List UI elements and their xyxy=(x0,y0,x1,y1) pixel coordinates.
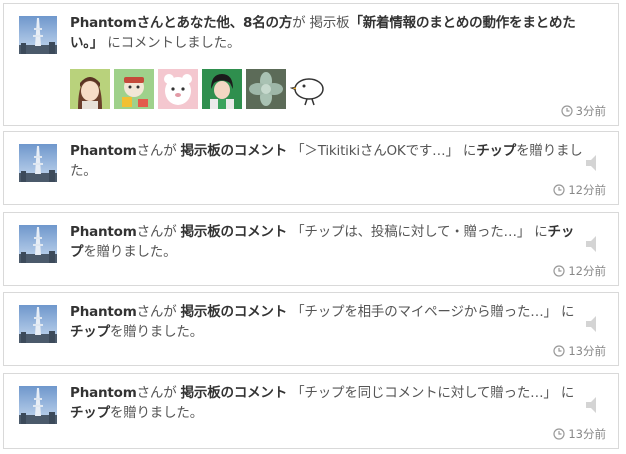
time-text: 12分前 xyxy=(568,183,606,197)
notification-card[interactable]: Phantomさんが 掲示板のコメント 「＞TikitikiさんOKです…」 に… xyxy=(3,131,619,205)
user-avatar[interactable] xyxy=(19,225,57,263)
bird-avatar[interactable] xyxy=(290,69,330,109)
user-name[interactable]: Phantom xyxy=(70,224,137,240)
user-avatar[interactable] xyxy=(19,305,57,343)
notification-card[interactable]: Phantomさんが 掲示板のコメント 「チップは、投稿に対して・贈った…」 に… xyxy=(3,212,619,286)
anime-girl-avatar[interactable] xyxy=(70,69,110,109)
notification-card[interactable]: Phantomさんが 掲示板のコメント 「チップを相手のマイページから贈った…」… xyxy=(3,292,619,366)
time-text: 12分前 xyxy=(568,264,606,278)
comment-quote[interactable]: 「＞TikitikiさんOKです…」 xyxy=(291,143,459,159)
comment-quote[interactable]: 「チップを相手のマイページから贈った…」 xyxy=(291,304,557,320)
notification-text: Phantomさんとあなた他、8名の方が 掲示板「新着情報のまとめの動作をまとめ… xyxy=(70,13,598,53)
user-suffix: さんが xyxy=(136,224,177,240)
clock-icon xyxy=(553,428,565,440)
time-text: 13分前 xyxy=(568,427,606,441)
timestamp: 3分前 xyxy=(561,103,606,119)
source-link[interactable]: 掲示板のコメント xyxy=(181,224,288,240)
timestamp: 13分前 xyxy=(553,343,606,359)
succulent-avatar[interactable] xyxy=(246,69,286,109)
action-text: を贈りました。 xyxy=(109,405,204,421)
comment-quote[interactable]: 「チップを同じコメントに対して贈った…」 xyxy=(291,385,557,401)
clock-icon xyxy=(553,265,565,277)
time-text: 3分前 xyxy=(575,104,606,118)
clock-icon xyxy=(561,105,573,117)
green-anime-avatar[interactable] xyxy=(202,69,242,109)
particle: に xyxy=(462,143,477,159)
notification-card[interactable]: Phantomさんとあなた他、8名の方が 掲示板「新着情報のまとめの動作をまとめ… xyxy=(3,3,619,126)
notification-card[interactable]: Phantomさんが 掲示板のコメント 「チップを同じコメントに対して贈った…」… xyxy=(3,373,619,449)
notification-text: Phantomさんが 掲示板のコメント 「チップは、投稿に対して・贈った…」 に… xyxy=(70,222,584,262)
users-name[interactable]: Phantomさんとあなた他、8名の方 xyxy=(70,15,292,31)
notification-text: Phantomさんが 掲示板のコメント 「チップを相手のマイページから贈った…」… xyxy=(70,302,584,342)
commenter-avatars xyxy=(70,69,330,109)
quote-open: 「 xyxy=(349,15,363,31)
speaker-icon[interactable] xyxy=(583,313,605,335)
bear-avatar[interactable] xyxy=(158,69,198,109)
particle: が xyxy=(292,15,306,31)
comment-quote[interactable]: 「チップは、投稿に対して・贈った…」 xyxy=(291,224,530,240)
clock-icon xyxy=(553,345,565,357)
source-link[interactable]: 掲示板のコメント xyxy=(181,143,288,159)
notification-text: Phantomさんが 掲示板のコメント 「チップを同じコメントに対して贈った…」… xyxy=(70,383,584,423)
clock-icon xyxy=(553,184,565,196)
source-link[interactable]: 掲示板のコメント xyxy=(181,385,288,401)
action-text: を贈りました。 xyxy=(109,324,204,340)
particle: に xyxy=(560,304,575,320)
tip-label: チップ xyxy=(70,405,110,421)
user-avatar[interactable] xyxy=(19,144,57,182)
notification-text: Phantomさんが 掲示板のコメント 「＞TikitikiさんOKです…」 に… xyxy=(70,141,584,181)
tip-label: チップ xyxy=(70,324,110,340)
time-text: 13分前 xyxy=(568,344,606,358)
action-text: にコメントしました。 xyxy=(107,35,241,51)
user-avatar[interactable] xyxy=(19,16,57,54)
user-name[interactable]: Phantom xyxy=(70,304,137,320)
user-suffix: さんが xyxy=(136,304,177,320)
user-avatar[interactable] xyxy=(19,386,57,424)
timestamp: 12分前 xyxy=(553,263,606,279)
particle: に xyxy=(560,385,575,401)
particle: に xyxy=(534,224,548,240)
action-text: を贈りました。 xyxy=(83,244,177,260)
speaker-icon[interactable] xyxy=(583,394,605,416)
user-suffix: さんが xyxy=(136,385,177,401)
timestamp: 12分前 xyxy=(553,182,606,198)
speaker-icon[interactable] xyxy=(583,233,605,255)
quote-close: 」 xyxy=(89,35,104,51)
speaker-icon[interactable] xyxy=(583,152,605,174)
board-label: 掲示板 xyxy=(309,15,350,31)
user-name[interactable]: Phantom xyxy=(70,143,137,159)
tip-label: チップ xyxy=(476,143,517,159)
timestamp: 13分前 xyxy=(553,426,606,442)
user-name[interactable]: Phantom xyxy=(70,385,137,401)
shopping-character-avatar[interactable] xyxy=(114,69,154,109)
user-suffix: さんが xyxy=(136,143,177,159)
source-link[interactable]: 掲示板のコメント xyxy=(181,304,288,320)
